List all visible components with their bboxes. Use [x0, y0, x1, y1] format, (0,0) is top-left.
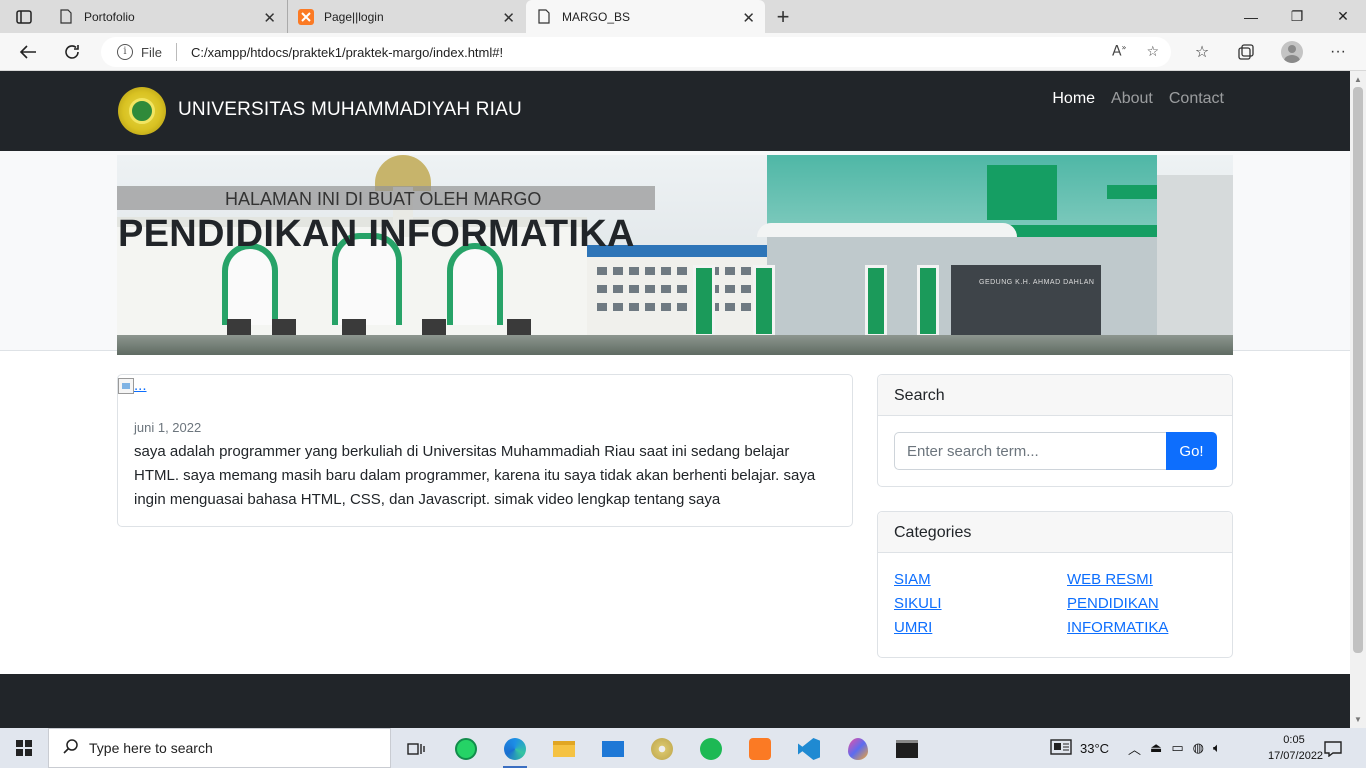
close-icon[interactable]: ✕ — [502, 9, 515, 27]
search-go-button[interactable]: Go! — [1166, 432, 1217, 470]
tab-title: Page||login — [324, 9, 384, 24]
vscode-icon[interactable] — [789, 734, 829, 764]
hero-section: GEDUNG K.H. AHMAD DAHLAN HALAMAN INI DI … — [0, 151, 1350, 355]
categories-header: Categories — [878, 512, 1232, 553]
notifications-icon[interactable] — [1313, 734, 1353, 764]
post-card: ... juni 1, 2022 saya adalah programmer … — [117, 374, 853, 527]
categories-list-right: WEB RESMI PENDIDIKAN INFORMATIKA — [1067, 570, 1168, 638]
nav-links: Home About Contact — [1052, 90, 1224, 108]
spotify-icon[interactable] — [691, 734, 731, 764]
url-scheme-label: File — [141, 44, 162, 60]
network-icon[interactable]: ◍ — [1193, 740, 1204, 756]
browser-toolbar: i File C:/xampp/htdocs/praktek1/praktek-… — [0, 33, 1366, 71]
media-disc-icon[interactable] — [642, 734, 682, 764]
hero-subtitle: HALAMAN INI DI BUAT OLEH MARGO — [225, 189, 542, 209]
hero-title: PENDIDIKAN INFORMATIKA — [118, 213, 635, 255]
page-scrollbar[interactable]: ▲ ▼ — [1350, 71, 1366, 728]
volume-icon[interactable]: 🔈︎ — [1213, 740, 1221, 756]
edge-icon[interactable] — [495, 734, 535, 768]
building-sign: GEDUNG K.H. AHMAD DAHLAN — [951, 265, 1101, 335]
category-link[interactable]: INFORMATIKA — [1067, 618, 1168, 638]
tab-title: Portofolio — [84, 9, 135, 24]
tab-actions-icon[interactable] — [8, 5, 40, 29]
tab-margo-bs[interactable]: MARGO_BS ✕ — [526, 0, 765, 33]
post-text: saya adalah programmer yang berkuliah di… — [134, 443, 816, 508]
category-link[interactable]: PENDIDIKAN — [1067, 594, 1168, 614]
url-separator — [175, 43, 177, 61]
nav-about[interactable]: About — [1111, 90, 1153, 108]
more-menu-icon[interactable]: ··· — [1326, 41, 1350, 63]
page-viewport: UNIVERSITAS MUHAMMADIYAH RIAU Home About… — [0, 71, 1350, 728]
task-view-icon[interactable] — [396, 734, 436, 764]
chevron-up-icon[interactable]: ︿ — [1128, 739, 1141, 758]
categories-list-left: SIAM SIKULI UMRI — [894, 570, 942, 638]
profile-avatar-icon[interactable] — [1280, 41, 1304, 63]
windows-logo-icon — [16, 740, 32, 756]
address-bar[interactable]: i File C:/xampp/htdocs/praktek1/praktek-… — [101, 37, 1171, 67]
close-icon[interactable]: ✕ — [263, 9, 276, 27]
brand-name[interactable]: UNIVERSITAS MUHAMMADIYAH RIAU — [178, 99, 522, 121]
collections-icon[interactable] — [1234, 41, 1258, 63]
categories-widget: Categories SIAM SIKULI UMRI WEB RESMI PE… — [877, 511, 1233, 658]
search-widget: Search Go! — [877, 374, 1233, 487]
university-logo-icon[interactable] — [118, 87, 166, 135]
favorites-icon[interactable]: ☆ — [1190, 41, 1214, 63]
nav-contact[interactable]: Contact — [1169, 90, 1224, 108]
site-navbar: UNIVERSITAS MUHAMMADIYAH RIAU Home About… — [0, 71, 1350, 151]
search-group: Go! — [894, 432, 1217, 470]
tab-portofolio[interactable]: Portofolio ✕ — [48, 0, 286, 33]
info-icon[interactable]: i — [117, 44, 133, 60]
windows-taskbar: Type here to search 33°C ︿ ⏏ ▭ ◍ 🔈︎ 0:05… — [0, 728, 1366, 768]
category-link[interactable]: UMRI — [894, 618, 942, 638]
scrollbar-thumb[interactable] — [1353, 87, 1363, 653]
scroll-up-icon[interactable]: ▲ — [1354, 75, 1362, 84]
add-favorite-icon[interactable]: ☆ — [1146, 43, 1159, 60]
tab-page-login[interactable]: Page||login ✕ — [287, 0, 525, 33]
search-header: Search — [878, 375, 1232, 416]
url-actions: A» ☆ — [1112, 43, 1159, 60]
browser-tab-bar: Portofolio ✕ Page||login ✕ MARGO_BS ✕ + … — [0, 0, 1366, 33]
post-date: juni 1, 2022 — [134, 420, 202, 435]
page-icon — [536, 9, 552, 25]
scroll-down-icon[interactable]: ▼ — [1354, 715, 1362, 724]
read-aloud-icon[interactable]: A» — [1112, 43, 1126, 60]
battery-icon[interactable]: ▭ — [1171, 740, 1183, 756]
reload-icon[interactable] — [58, 39, 86, 65]
post-image[interactable]: ... — [118, 377, 147, 394]
hero-banner-image: GEDUNG K.H. AHMAD DAHLAN HALAMAN INI DI … — [117, 155, 1233, 355]
back-arrow-icon[interactable] — [14, 39, 42, 65]
broken-image-icon — [118, 377, 134, 394]
url-text[interactable]: C:/xampp/htdocs/praktek1/praktek-margo/i… — [191, 45, 503, 60]
page-icon — [58, 9, 74, 25]
weather-widget[interactable]: 33°C — [1050, 728, 1109, 768]
close-window-icon[interactable]: ✕ — [1320, 0, 1366, 33]
category-link[interactable]: SIAM — [894, 570, 942, 590]
search-input[interactable] — [894, 432, 1166, 470]
news-icon — [1050, 738, 1072, 758]
taskbar-search-placeholder: Type here to search — [89, 740, 213, 756]
temperature: 33°C — [1080, 740, 1110, 756]
terminal-icon[interactable] — [887, 734, 927, 764]
start-button[interactable] — [0, 728, 48, 768]
paint-app-icon[interactable] — [838, 734, 878, 764]
minimize-icon[interactable]: — — [1228, 0, 1274, 33]
tab-title: MARGO_BS — [562, 9, 631, 24]
taskbar-search[interactable]: Type here to search — [48, 728, 391, 768]
category-link[interactable]: SIKULI — [894, 594, 942, 614]
file-explorer-icon[interactable] — [544, 734, 584, 764]
whatsapp-icon[interactable] — [446, 734, 486, 764]
close-icon[interactable]: ✕ — [742, 9, 755, 27]
mail-icon[interactable] — [593, 734, 633, 764]
new-tab-icon[interactable]: + — [770, 4, 796, 30]
restore-icon[interactable]: ❐ — [1274, 0, 1320, 33]
search-icon — [63, 738, 79, 759]
nav-home[interactable]: Home — [1052, 90, 1095, 108]
category-link[interactable]: WEB RESMI — [1067, 570, 1168, 590]
xampp-icon — [298, 8, 314, 25]
usb-icon[interactable]: ⏏ — [1150, 740, 1162, 756]
post-image-alt[interactable]: ... — [134, 377, 147, 394]
system-tray: ︿ ⏏ ▭ ◍ 🔈︎ — [1128, 728, 1221, 768]
site-footer — [0, 674, 1350, 728]
xampp-icon[interactable] — [740, 734, 780, 764]
